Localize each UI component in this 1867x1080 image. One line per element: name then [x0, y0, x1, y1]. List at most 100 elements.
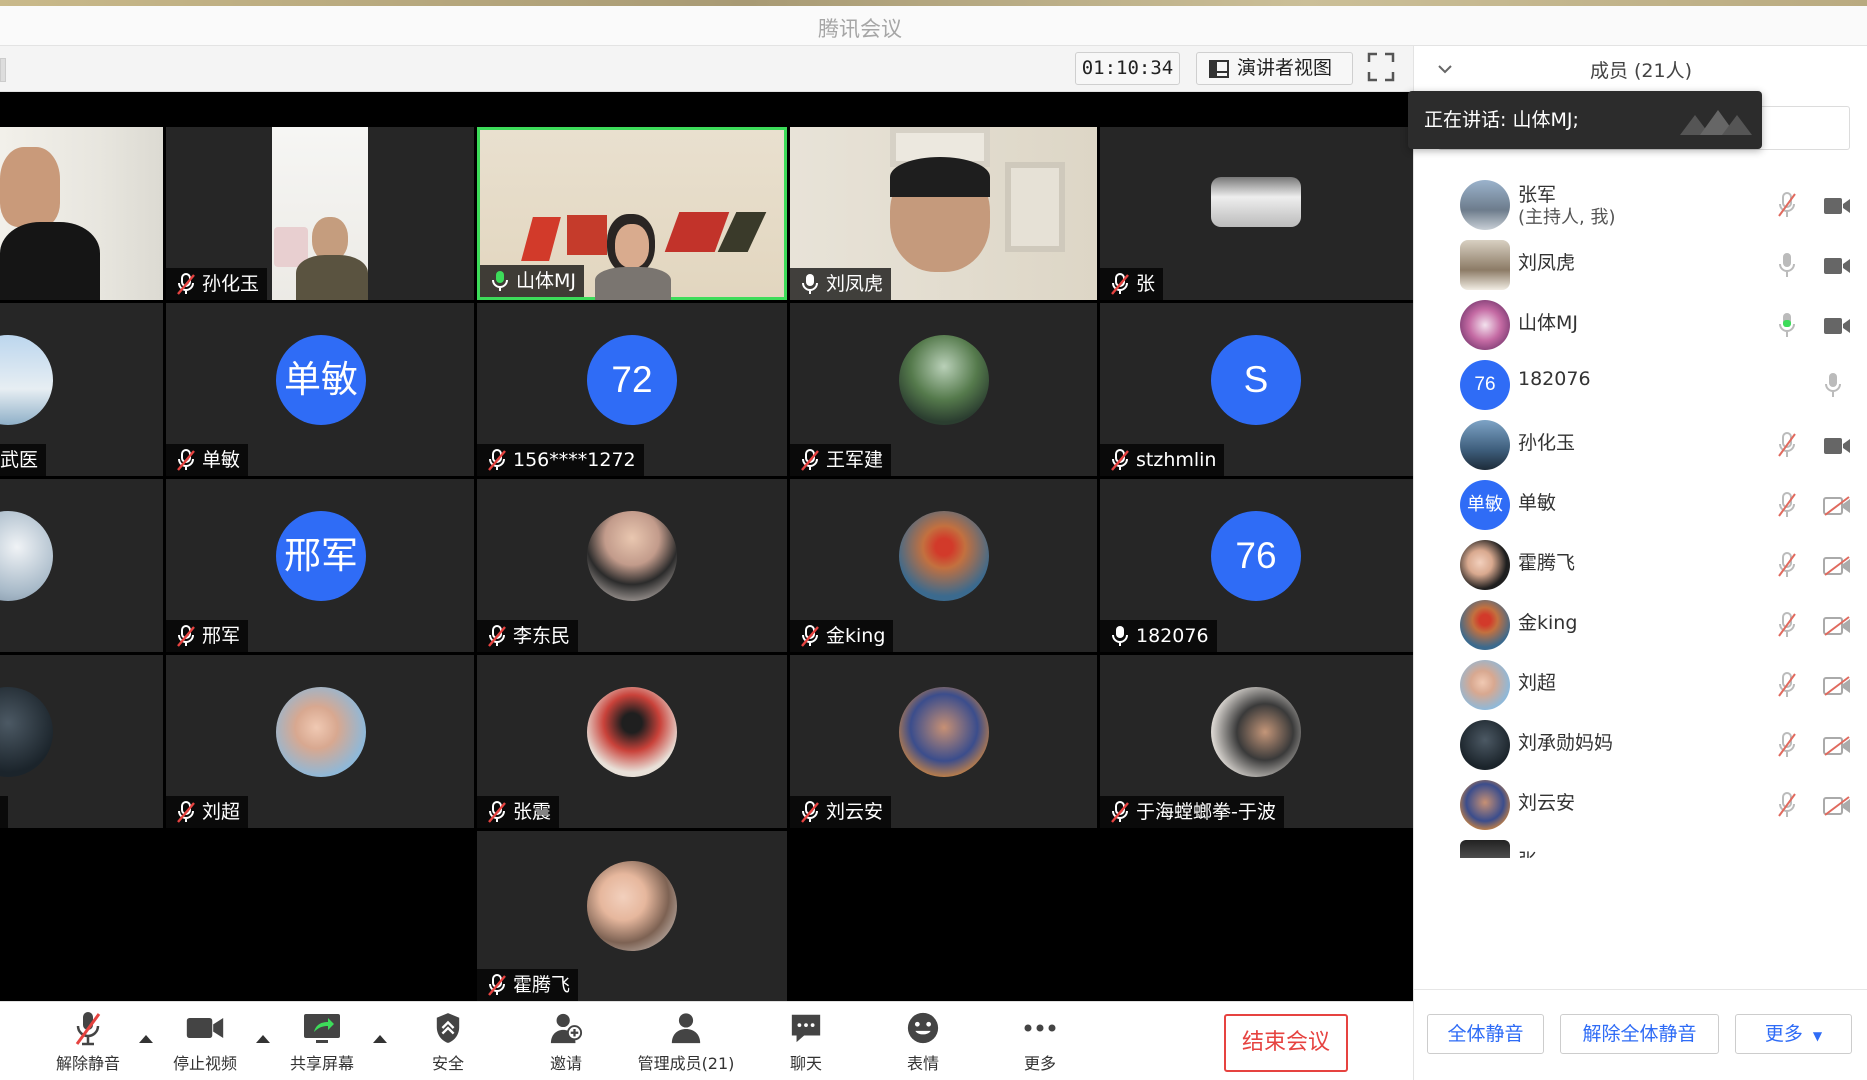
member-row[interactable]: 张军 (主持人, 我) — [1428, 170, 1851, 230]
mic-muted-icon[interactable] — [1777, 492, 1797, 518]
camera-off-icon[interactable] — [1823, 496, 1851, 516]
participant-name: 李东民 — [513, 625, 571, 647]
participant-nametag: 张 — [1100, 268, 1164, 300]
mute-all-button[interactable]: 全体静音 — [1427, 1014, 1544, 1054]
mic-muted-icon[interactable] — [1777, 672, 1797, 698]
unmute-all-button[interactable]: 解除全体静音 — [1560, 1014, 1719, 1054]
mic-muted-icon[interactable] — [1777, 552, 1797, 578]
participant-avatar — [276, 687, 366, 777]
video-tile[interactable]: 于海螳螂拳-于波 — [1100, 655, 1413, 828]
camera-on-icon[interactable] — [1823, 196, 1851, 216]
participant-avatar — [1211, 177, 1301, 227]
mic-muted-icon[interactable] — [1777, 192, 1797, 218]
member-row[interactable]: 刘超 — [1428, 650, 1851, 710]
video-tile[interactable]: 张 — [1100, 127, 1413, 300]
video-tile[interactable]: 76 182076 — [1100, 479, 1413, 652]
participant-nametag: 武医 — [0, 444, 47, 476]
share-options-caret[interactable] — [373, 1035, 387, 1043]
mic-speaking-icon[interactable] — [1777, 312, 1797, 338]
camera-on-icon[interactable] — [1823, 256, 1851, 276]
video-options-caret[interactable] — [256, 1035, 270, 1043]
unmute-button[interactable]: 解除静音 — [50, 1010, 126, 1074]
member-row-partial[interactable]: 张 — [1414, 830, 1867, 858]
member-avatar — [1460, 780, 1510, 830]
video-tile[interactable]: 孙化玉 — [166, 127, 474, 300]
video-tile[interactable]: S stzhmlin — [1100, 303, 1413, 476]
participant-nametag: 于海螳螂拳-于波 — [1100, 796, 1284, 828]
video-tile[interactable]: 武医 — [0, 303, 163, 476]
speaker-view-button[interactable]: 演讲者视图 — [1196, 52, 1353, 85]
mic-muted-icon[interactable] — [1777, 432, 1797, 458]
manage-members-button[interactable]: 管理成员(21) — [636, 1010, 736, 1074]
mic-on-icon[interactable] — [1777, 252, 1797, 278]
video-tile[interactable]: 单敏 单敏 — [166, 303, 474, 476]
mic-on-icon[interactable] — [1823, 372, 1843, 398]
video-tile[interactable]: 刘超 — [166, 655, 474, 828]
video-tile[interactable]: 金king — [790, 479, 1097, 652]
member-row[interactable]: 刘云安 — [1428, 770, 1851, 830]
member-row[interactable]: 霍腾飞 — [1428, 530, 1851, 590]
participant-name: 武医 — [0, 449, 39, 471]
participant-name: 182076 — [1136, 625, 1209, 647]
invite-button[interactable]: 邀请 — [536, 1010, 596, 1074]
mic-muted-icon[interactable] — [1777, 792, 1797, 818]
camera-off-icon[interactable] — [1823, 796, 1851, 816]
camera-on-icon[interactable] — [1823, 316, 1851, 336]
more-button[interactable]: 更多 — [1010, 1010, 1070, 1074]
video-tile[interactable] — [0, 655, 163, 828]
video-tile[interactable]: 刘凤虎 — [790, 127, 1097, 300]
video-tile[interactable]: 邢军 邢军 — [166, 479, 474, 652]
member-row[interactable]: 山体MJ — [1428, 290, 1851, 350]
member-row[interactable]: 金king — [1428, 590, 1851, 650]
speaking-now-text: 正在讲话: 山体MJ; — [1424, 109, 1579, 131]
member-row[interactable]: 刘凤虎 — [1428, 230, 1851, 290]
participant-nametag: 刘云安 — [790, 796, 892, 828]
video-tile[interactable]: 72 156****1272 — [477, 303, 787, 476]
stop-video-button[interactable]: 停止视频 — [167, 1010, 243, 1074]
more-options-label: 更多 — [1764, 1023, 1803, 1045]
emoji-button[interactable]: 表情 — [893, 1010, 953, 1074]
camera-on-icon[interactable] — [1823, 436, 1851, 456]
video-tile[interactable]: 李东民 — [477, 479, 787, 652]
camera-off-icon[interactable] — [1823, 736, 1851, 756]
member-row[interactable]: 孙化玉 — [1428, 410, 1851, 470]
member-row[interactable]: 单敏 单敏 — [1428, 470, 1851, 530]
video-tile[interactable]: 王军建 — [790, 303, 1097, 476]
participant-avatar — [899, 511, 989, 601]
member-avatar — [1460, 240, 1510, 290]
member-avatar — [1460, 840, 1510, 858]
participant-name: 刘云安 — [826, 801, 884, 823]
fullscreen-icon[interactable] — [1367, 52, 1395, 82]
end-meeting-button[interactable]: 结束会议 — [1224, 1014, 1348, 1072]
camera-off-icon[interactable] — [1823, 556, 1851, 576]
camera-off-icon[interactable] — [1823, 676, 1851, 696]
more-label: 更多 — [1023, 1054, 1056, 1073]
participant-avatar — [587, 687, 677, 777]
video-tile[interactable]: 霍腾飞 — [477, 831, 787, 1001]
person-hair — [890, 157, 990, 197]
video-tile-active-speaker[interactable]: 山体MJ — [477, 127, 787, 300]
mic-muted-icon — [75, 1012, 101, 1046]
audio-options-caret[interactable] — [139, 1035, 153, 1043]
video-tile[interactable]: 张震 — [477, 655, 787, 828]
share-screen-button[interactable]: 共享屏幕 — [284, 1010, 360, 1074]
member-row[interactable]: 刘承勋妈妈 — [1428, 710, 1851, 770]
security-button[interactable]: 安全 — [418, 1010, 478, 1074]
video-tile[interactable] — [0, 479, 163, 652]
participant-name: 于海螳螂拳-于波 — [1136, 801, 1276, 823]
participant-avatar — [0, 511, 53, 601]
chat-button[interactable]: 聊天 — [776, 1010, 836, 1074]
video-tile[interactable]: 刘云安 — [790, 655, 1097, 828]
more-options-button[interactable]: 更多 ▼ — [1735, 1014, 1852, 1054]
speaking-now-tooltip: 正在讲话: 山体MJ; — [1408, 91, 1762, 149]
mic-muted-icon[interactable] — [1777, 732, 1797, 758]
video-tile[interactable] — [0, 127, 163, 300]
mic-muted-icon — [1111, 449, 1129, 471]
members-panel-header: 成员 (21人) — [1414, 46, 1867, 92]
participant-avatar: 76 — [1211, 511, 1301, 601]
member-row[interactable]: 76 182076 — [1428, 350, 1848, 410]
invite-user-icon — [550, 1013, 583, 1044]
mic-muted-icon[interactable] — [1777, 612, 1797, 638]
person-face — [0, 147, 60, 227]
camera-off-icon[interactable] — [1823, 616, 1851, 636]
